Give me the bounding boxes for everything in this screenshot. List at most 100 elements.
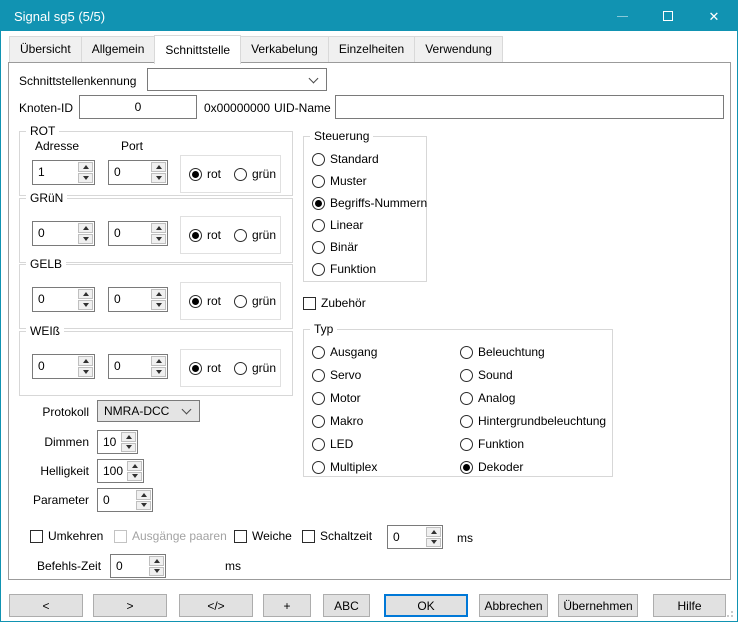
cancel-button[interactable]: Abbrechen	[479, 594, 548, 617]
radio-icon	[234, 362, 247, 375]
helligkeit-spinner[interactable]: 100	[97, 459, 144, 483]
rot-radio-gruen[interactable]: grün	[234, 167, 276, 181]
spin-up-icon[interactable]	[136, 490, 151, 500]
apply-button[interactable]: Übernehmen	[558, 594, 638, 617]
zubehoer-checkbox[interactable]: Zubehör	[303, 296, 366, 310]
steuerung-radio-begriffs-nummern[interactable]: Begriffs-Nummern	[312, 196, 427, 210]
weiss-port-spinner[interactable]: 0	[108, 354, 168, 379]
parameter-spinner[interactable]: 0	[97, 488, 153, 512]
weiss-adresse-spinner[interactable]: 0	[32, 354, 95, 379]
typ-radio-led[interactable]: LED	[312, 437, 353, 451]
befehls-zeit-spinner[interactable]: 0	[110, 554, 166, 578]
rot-adresse-spinner[interactable]: 1	[32, 160, 95, 185]
protokoll-combobox[interactable]: NMRA-DCC	[97, 400, 200, 422]
maximize-button[interactable]	[645, 1, 691, 31]
weiss-radio-gruen[interactable]: grün	[234, 361, 276, 375]
typ-radio-funktion[interactable]: Funktion	[460, 437, 524, 451]
typ-radio-ausgang[interactable]: Ausgang	[312, 345, 377, 359]
uid-name-input[interactable]	[335, 95, 724, 119]
spin-down-icon[interactable]	[78, 173, 93, 183]
typ-radio-dekoder[interactable]: Dekoder	[460, 460, 523, 474]
gelb-radio-gruen[interactable]: grün	[234, 294, 276, 308]
spin-down-icon[interactable]	[78, 234, 93, 244]
weiche-checkbox[interactable]: Weiche	[234, 529, 292, 543]
spin-up-icon[interactable]	[151, 223, 166, 233]
ausgaenge-paaren-checkbox: Ausgänge paaren	[114, 529, 227, 543]
typ-radio-sound[interactable]: Sound	[460, 368, 513, 382]
resize-grip[interactable]	[731, 615, 733, 617]
group-gruen: GRüN 0 0 rot grün	[19, 198, 293, 263]
typ-radio-analog[interactable]: Analog	[460, 391, 515, 405]
typ-radio-hintergrundbeleuchtung[interactable]: Hintergrundbeleuchtung	[460, 414, 606, 428]
radio-label: Begriffs-Nummern	[330, 196, 427, 210]
tab-einzelheiten[interactable]: Einzelheiten	[328, 36, 415, 62]
plus-button[interactable]: +	[263, 594, 311, 617]
gelb-adresse-spinner[interactable]: 0	[32, 287, 95, 312]
spin-down-icon[interactable]	[151, 234, 166, 244]
spin-down-icon[interactable]	[149, 567, 164, 577]
weiche-label: Weiche	[252, 529, 292, 543]
spin-up-icon[interactable]	[78, 162, 93, 172]
gruen-port-spinner[interactable]: 0	[108, 221, 168, 246]
spin-up-icon[interactable]	[127, 461, 142, 471]
spin-down-icon[interactable]	[78, 300, 93, 310]
typ-radio-beleuchtung[interactable]: Beleuchtung	[460, 345, 545, 359]
prev-button[interactable]: <	[9, 594, 83, 617]
radio-icon	[460, 369, 473, 382]
schaltzeit-checkbox[interactable]: Schaltzeit	[302, 529, 372, 543]
code-button[interactable]: </>	[179, 594, 253, 617]
tab-allgemein[interactable]: Allgemein	[81, 36, 156, 62]
spin-down-icon[interactable]	[121, 443, 136, 453]
spin-up-icon[interactable]	[151, 289, 166, 299]
typ-radio-multiplex[interactable]: Multiplex	[312, 460, 377, 474]
gelb-radio-rot[interactable]: rot	[189, 294, 221, 308]
tab-verwendung[interactable]: Verwendung	[414, 36, 503, 62]
spin-up-icon[interactable]	[426, 527, 441, 537]
tab-schnittstelle[interactable]: Schnittstelle	[154, 35, 241, 64]
spin-up-icon[interactable]	[151, 162, 166, 172]
typ-radio-motor[interactable]: Motor	[312, 391, 361, 405]
steuerung-radio-binaer[interactable]: Binär	[312, 240, 358, 254]
tab-verkabelung[interactable]: Verkabelung	[240, 36, 329, 62]
typ-radio-makro[interactable]: Makro	[312, 414, 363, 428]
weiss-radio-rot[interactable]: rot	[189, 361, 221, 375]
tab-uebersicht[interactable]: Übersicht	[9, 36, 82, 62]
spin-down-icon[interactable]	[127, 472, 142, 482]
knoten-id-input[interactable]	[79, 95, 197, 119]
rot-radio-rot[interactable]: rot	[189, 167, 221, 181]
steuerung-radio-standard[interactable]: Standard	[312, 152, 379, 166]
spin-down-icon[interactable]	[151, 367, 166, 377]
spin-down-icon[interactable]	[151, 173, 166, 183]
abc-button[interactable]: ABC	[323, 594, 370, 617]
steuerung-radio-funktion[interactable]: Funktion	[312, 262, 376, 276]
gruen-adresse-spinner[interactable]: 0	[32, 221, 95, 246]
dimmen-spinner[interactable]: 10	[97, 430, 138, 454]
spin-up-icon[interactable]	[151, 356, 166, 366]
spin-up-icon[interactable]	[78, 356, 93, 366]
next-button[interactable]: >	[93, 594, 167, 617]
spin-up-icon[interactable]	[78, 223, 93, 233]
dimmen-value: 10	[98, 431, 120, 453]
spin-down-icon[interactable]	[78, 367, 93, 377]
steuerung-radio-muster[interactable]: Muster	[312, 174, 367, 188]
spin-up-icon[interactable]	[78, 289, 93, 299]
schaltzeit-spinner[interactable]: 0	[387, 525, 443, 549]
gruen-radio-rot[interactable]: rot	[189, 228, 221, 242]
schnittstellenkennung-combobox[interactable]	[147, 68, 327, 91]
spin-down-icon[interactable]	[136, 501, 151, 511]
steuerung-radio-linear[interactable]: Linear	[312, 218, 363, 232]
ok-button[interactable]: OK	[384, 594, 468, 617]
group-typ-title: Typ	[310, 322, 337, 336]
spin-up-icon[interactable]	[121, 432, 136, 442]
gruen-radio-gruen[interactable]: grün	[234, 228, 276, 242]
minimize-button[interactable]	[599, 1, 645, 31]
gelb-port-spinner[interactable]: 0	[108, 287, 168, 312]
umkehren-checkbox[interactable]: Umkehren	[30, 529, 103, 543]
spin-down-icon[interactable]	[426, 538, 441, 548]
typ-radio-servo[interactable]: Servo	[312, 368, 361, 382]
rot-port-spinner[interactable]: 0	[108, 160, 168, 185]
close-button[interactable]: ✕	[691, 1, 737, 31]
spin-up-icon[interactable]	[149, 556, 164, 566]
help-button[interactable]: Hilfe	[653, 594, 726, 617]
spin-down-icon[interactable]	[151, 300, 166, 310]
